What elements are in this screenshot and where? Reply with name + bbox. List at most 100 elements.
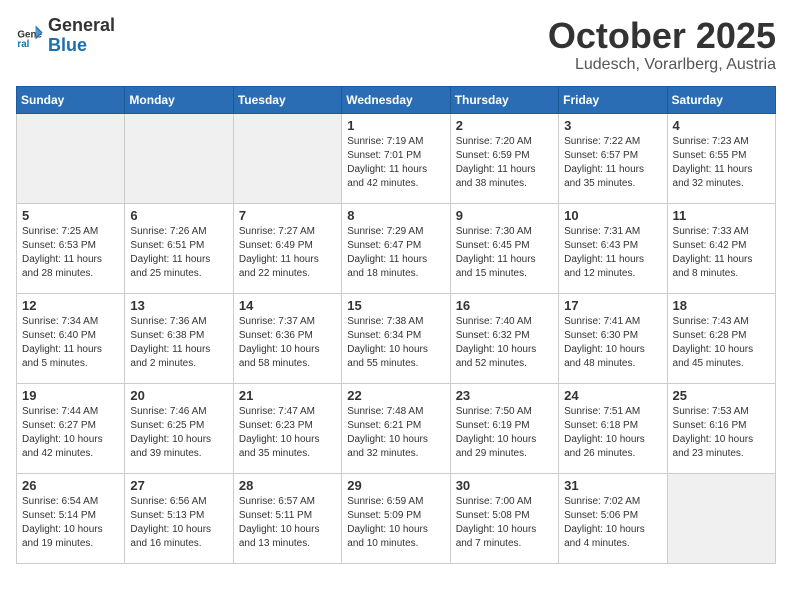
page-header: Gene ral General Blue October 2025 Ludes… [16, 16, 776, 74]
calendar-cell: 9Sunrise: 7:30 AM Sunset: 6:45 PM Daylig… [450, 203, 558, 293]
calendar-cell: 16 Sunrise: 7:40 AM Sunset: 6:32 PM Dayli… [450, 293, 558, 383]
day-number: 25 [673, 388, 770, 403]
calendar-cell: 15 Sunrise: 7:38 AM Sunset: 6:34 PM Dayli… [342, 293, 450, 383]
day-number: 18 [673, 298, 770, 313]
day-info: Sunrise: 7:51 AM Sunset: 6:18 PM Dayligh… [564, 405, 661, 461]
calendar-cell: 12 Sunrise: 7:34 AM Sunset: 6:40 PM Dayli… [17, 293, 125, 383]
day-number: 22 [347, 388, 444, 403]
day-info: Sunrise: 7:36 AM Sunset: 6:38 PM Dayligh… [130, 315, 227, 371]
day-number: 10 [564, 208, 661, 223]
logo: Gene ral General Blue [16, 16, 115, 56]
day-header-thursday: Thursday [450, 86, 558, 113]
logo-general: General [48, 16, 115, 36]
day-number: 3 [564, 118, 661, 133]
logo-icon: Gene ral [16, 22, 44, 50]
calendar-cell: 26 Sunrise: 6:54 AM Sunset: 5:14 PM Dayli… [17, 473, 125, 563]
day-number: 8 [347, 208, 444, 223]
day-number: 11 [673, 208, 770, 223]
calendar-cell: 22 Sunrise: 7:48 AM Sunset: 6:21 PM Dayli… [342, 383, 450, 473]
day-number: 23 [456, 388, 553, 403]
calendar-cell: 3 Sunrise: 7:22 AM Sunset: 6:57 PM Daylig… [559, 113, 667, 203]
day-info: Sunrise: 7:53 AM Sunset: 6:16 PM Dayligh… [673, 405, 770, 461]
day-number: 21 [239, 388, 336, 403]
day-number: 19 [22, 388, 119, 403]
day-info: Sunrise: 7:27 AM Sunset: 6:49 PM Dayligh… [239, 225, 336, 281]
day-header-saturday: Saturday [667, 86, 775, 113]
calendar-cell: 7 Sunrise: 7:27 AM Sunset: 6:49 PM Daylig… [233, 203, 341, 293]
day-info: Sunrise: 7:29 AM Sunset: 6:47 PM Dayligh… [347, 225, 444, 281]
day-info: Sunrise: 7:23 AM Sunset: 6:55 PM Dayligh… [673, 135, 770, 191]
calendar-cell: 10 Sunrise: 7:31 AM Sunset: 6:43 PM Dayli… [559, 203, 667, 293]
week-row-5: 26 Sunrise: 6:54 AM Sunset: 5:14 PM Dayli… [17, 473, 776, 563]
title-area: October 2025 Ludesch, Vorarlberg, Austri… [548, 16, 776, 74]
day-number: 27 [130, 478, 227, 493]
day-number: 6 [130, 208, 227, 223]
week-row-1: 1 Sunrise: 7:19 AM Sunset: 7:01 PM Daylig… [17, 113, 776, 203]
day-number: 24 [564, 388, 661, 403]
day-info: Sunrise: 7:40 AM Sunset: 6:32 PM Dayligh… [456, 315, 553, 371]
calendar-cell: 5 Sunrise: 7:25 AM Sunset: 6:53 PM Daylig… [17, 203, 125, 293]
logo-blue: Blue [48, 36, 115, 56]
day-info: Sunrise: 7:38 AM Sunset: 6:34 PM Dayligh… [347, 315, 444, 371]
day-number: 4 [673, 118, 770, 133]
day-header-monday: Monday [125, 86, 233, 113]
day-number: 17 [564, 298, 661, 313]
week-row-4: 19Sunrise: 7:44 AM Sunset: 6:27 PM Dayli… [17, 383, 776, 473]
calendar-cell: 1 Sunrise: 7:19 AM Sunset: 7:01 PM Daylig… [342, 113, 450, 203]
day-info: Sunrise: 7:46 AM Sunset: 6:25 PM Dayligh… [130, 405, 227, 461]
week-row-2: 5 Sunrise: 7:25 AM Sunset: 6:53 PM Daylig… [17, 203, 776, 293]
day-info: Sunrise: 7:43 AM Sunset: 6:28 PM Dayligh… [673, 315, 770, 371]
day-number: 12 [22, 298, 119, 313]
calendar-cell: 20 Sunrise: 7:46 AM Sunset: 6:25 PM Dayli… [125, 383, 233, 473]
calendar-cell: 23 Sunrise: 7:50 AM Sunset: 6:19 PM Dayli… [450, 383, 558, 473]
calendar-cell: 29 Sunrise: 6:59 AM Sunset: 5:09 PM Dayli… [342, 473, 450, 563]
calendar-cell: 4 Sunrise: 7:23 AM Sunset: 6:55 PM Daylig… [667, 113, 775, 203]
day-info: Sunrise: 7:50 AM Sunset: 6:19 PM Dayligh… [456, 405, 553, 461]
day-number: 2 [456, 118, 553, 133]
calendar-header-row: SundayMondayTuesdayWednesdayThursdayFrid… [17, 86, 776, 113]
calendar-cell: 2Sunrise: 7:20 AM Sunset: 6:59 PM Daylig… [450, 113, 558, 203]
day-header-wednesday: Wednesday [342, 86, 450, 113]
day-number: 20 [130, 388, 227, 403]
day-info: Sunrise: 7:30 AM Sunset: 6:45 PM Dayligh… [456, 225, 553, 281]
day-info: Sunrise: 7:22 AM Sunset: 6:57 PM Dayligh… [564, 135, 661, 191]
location-subtitle: Ludesch, Vorarlberg, Austria [548, 56, 776, 74]
day-header-tuesday: Tuesday [233, 86, 341, 113]
day-info: Sunrise: 7:37 AM Sunset: 6:36 PM Dayligh… [239, 315, 336, 371]
day-number: 29 [347, 478, 444, 493]
calendar-cell: 17 Sunrise: 7:41 AM Sunset: 6:30 PM Dayli… [559, 293, 667, 383]
day-info: Sunrise: 7:19 AM Sunset: 7:01 PM Dayligh… [347, 135, 444, 191]
calendar-cell: 14Sunrise: 7:37 AM Sunset: 6:36 PM Dayli… [233, 293, 341, 383]
day-info: Sunrise: 7:34 AM Sunset: 6:40 PM Dayligh… [22, 315, 119, 371]
calendar-cell: 30Sunrise: 7:00 AM Sunset: 5:08 PM Dayli… [450, 473, 558, 563]
day-number: 26 [22, 478, 119, 493]
month-title: October 2025 [548, 16, 776, 56]
calendar-body: 1 Sunrise: 7:19 AM Sunset: 7:01 PM Daylig… [17, 113, 776, 563]
calendar-cell [667, 473, 775, 563]
day-number: 7 [239, 208, 336, 223]
day-info: Sunrise: 6:54 AM Sunset: 5:14 PM Dayligh… [22, 495, 119, 551]
day-info: Sunrise: 7:26 AM Sunset: 6:51 PM Dayligh… [130, 225, 227, 281]
calendar-cell: 18 Sunrise: 7:43 AM Sunset: 6:28 PM Dayli… [667, 293, 775, 383]
day-info: Sunrise: 7:48 AM Sunset: 6:21 PM Dayligh… [347, 405, 444, 461]
day-info: Sunrise: 6:56 AM Sunset: 5:13 PM Dayligh… [130, 495, 227, 551]
day-info: Sunrise: 7:00 AM Sunset: 5:08 PM Dayligh… [456, 495, 553, 551]
day-number: 31 [564, 478, 661, 493]
day-info: Sunrise: 6:57 AM Sunset: 5:11 PM Dayligh… [239, 495, 336, 551]
svg-text:ral: ral [17, 39, 29, 50]
day-info: Sunrise: 7:47 AM Sunset: 6:23 PM Dayligh… [239, 405, 336, 461]
day-info: Sunrise: 7:41 AM Sunset: 6:30 PM Dayligh… [564, 315, 661, 371]
day-number: 15 [347, 298, 444, 313]
day-number: 5 [22, 208, 119, 223]
calendar-cell: 6 Sunrise: 7:26 AM Sunset: 6:51 PM Daylig… [125, 203, 233, 293]
day-info: Sunrise: 6:59 AM Sunset: 5:09 PM Dayligh… [347, 495, 444, 551]
day-number: 16 [456, 298, 553, 313]
calendar-cell: 8 Sunrise: 7:29 AM Sunset: 6:47 PM Daylig… [342, 203, 450, 293]
day-info: Sunrise: 7:31 AM Sunset: 6:43 PM Dayligh… [564, 225, 661, 281]
calendar-cell [17, 113, 125, 203]
calendar-cell: 27 Sunrise: 6:56 AM Sunset: 5:13 PM Dayli… [125, 473, 233, 563]
day-info: Sunrise: 7:02 AM Sunset: 5:06 PM Dayligh… [564, 495, 661, 551]
day-info: Sunrise: 7:25 AM Sunset: 6:53 PM Dayligh… [22, 225, 119, 281]
calendar-cell: 19Sunrise: 7:44 AM Sunset: 6:27 PM Dayli… [17, 383, 125, 473]
day-number: 1 [347, 118, 444, 133]
